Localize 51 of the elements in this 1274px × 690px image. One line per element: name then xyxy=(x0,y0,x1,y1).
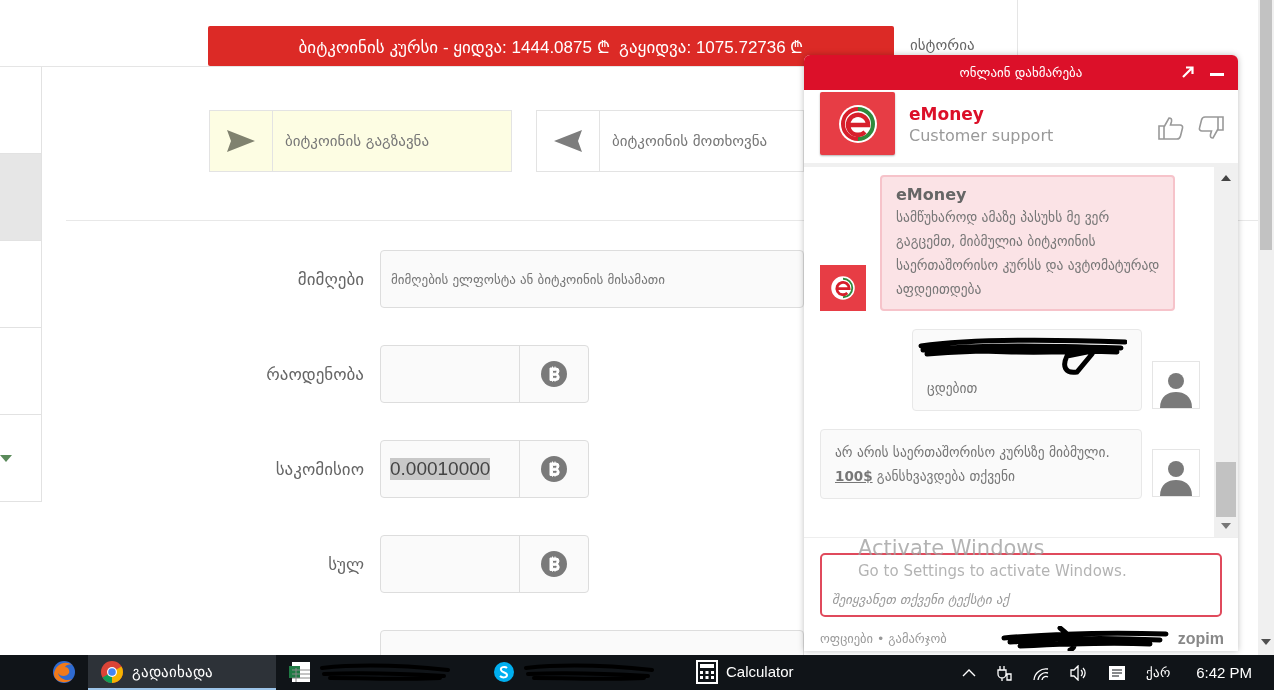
spreadsheet-icon xyxy=(288,659,312,684)
scroll-thumb[interactable] xyxy=(1260,0,1272,250)
message-text: სამწუხაროდ ამაზე პასუხს მე ვერ გაგცემთ, მიბმულია ბიტკოინის საერთაშორისო კურსს და ავტომატურად აფდეითდება xyxy=(896,208,1161,299)
bitcoin-icon xyxy=(541,361,567,387)
agent-role: Customer support xyxy=(909,126,1055,145)
logo-icon xyxy=(820,92,895,155)
brand-link[interactable]: zopim xyxy=(1177,629,1224,648)
chat-scrollbar[interactable] xyxy=(1214,167,1238,537)
thumbs-down-icon[interactable] xyxy=(1198,116,1224,140)
taskbar-app[interactable]: გადაიხადა xyxy=(88,655,276,690)
send-arrow-icon xyxy=(227,130,255,152)
user-avatar-icon xyxy=(1152,361,1200,409)
chat-bubble-icon xyxy=(492,659,516,684)
show-hidden-icons-icon[interactable] xyxy=(962,668,977,677)
volume-icon[interactable] xyxy=(1070,664,1089,681)
field-label: სულ xyxy=(328,554,364,574)
notification-icon[interactable] xyxy=(1108,664,1127,681)
sender-name: eMoney xyxy=(896,185,968,205)
agent-name: eMoney xyxy=(909,104,985,124)
back-arrow-icon xyxy=(554,130,582,152)
action-button[interactable]: ბიტკოინის გაგზავნა xyxy=(209,110,512,172)
message-text: არ არის საერთაშორისო კურსზე მიბმული. 100$ განსხვავდება თქვენი xyxy=(835,443,1111,486)
chat-title: ონლაინ დახმარება xyxy=(959,65,1083,80)
power-plug-icon[interactable] xyxy=(996,664,1013,681)
caret-icon xyxy=(0,454,12,462)
scroll-down-icon[interactable] xyxy=(1221,523,1231,529)
taskbar-app[interactable]: Calculator xyxy=(684,655,888,690)
scroll-up-icon[interactable] xyxy=(1221,175,1231,181)
bitcoin-icon xyxy=(541,456,567,482)
field-label: საკომისიო xyxy=(275,459,364,479)
page-scrollbar[interactable] xyxy=(1258,0,1274,655)
fox-globe-icon xyxy=(52,659,76,684)
agent-avatar-icon xyxy=(820,265,866,311)
scroll-down-icon[interactable] xyxy=(1261,639,1271,645)
exchange-rate-banner: ბიტკოინის კურსი - ყიდვა: 1444.0875 ₾ გაყიდვა: 1075.72736 ₾ xyxy=(208,26,894,66)
activation-message: Go to Settings to activate Windows. xyxy=(858,562,1127,580)
language-indicator[interactable]: ქარ xyxy=(1146,665,1171,680)
scroll-thumb[interactable] xyxy=(1216,462,1236,517)
calculator-icon xyxy=(696,659,718,684)
chrome-icon xyxy=(100,659,124,684)
action-button[interactable]: ბიტკოინის მოთხოვნა xyxy=(536,110,804,172)
thumbs-up-icon[interactable] xyxy=(1158,116,1184,140)
popout-icon[interactable] xyxy=(1182,66,1194,78)
message-text: ცდებით xyxy=(927,379,979,398)
recipient-field[interactable]: მიმღების ელფოსტა ან ბიტკოინის მისამათი xyxy=(380,250,804,308)
clock[interactable]: 6:42 PM xyxy=(1196,664,1252,681)
history-link[interactable]: ისტორია xyxy=(910,26,975,54)
field-label: მიმღები xyxy=(297,269,364,289)
bitcoin-icon xyxy=(541,551,567,577)
field-label: რაოდენობა xyxy=(266,364,364,384)
user-avatar-icon xyxy=(1152,449,1200,497)
